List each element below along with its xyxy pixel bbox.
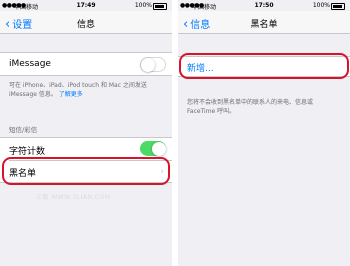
status-bar: ●●●●● 中国移动 17:50 100% — [178, 0, 350, 11]
chevron-left-icon: ‹ — [5, 17, 11, 32]
status-bar: ●●●●● 中国移动 17:49 100% — [0, 0, 172, 11]
imessage-row: iMessage — [0, 52, 172, 76]
watermark: 三联 WWW.3LIAN.COM — [36, 194, 111, 201]
learn-more-link[interactable]: 了解更多 — [59, 91, 83, 98]
blocked-list-label: 黑名单 — [9, 169, 37, 179]
imessage-label: iMessage — [9, 59, 51, 69]
blocked-list-screen: ●●●●● 中国移动 17:50 100% ‹ 信息 黑名单 新增... 您将不会… — [178, 0, 350, 266]
chevron-right-icon: › — [160, 167, 164, 177]
back-button-label: 信息 — [190, 20, 211, 31]
back-button[interactable]: ‹ 设置 — [5, 16, 32, 31]
blocked-list-row[interactable]: 黑名单 › — [0, 161, 172, 183]
battery-icon — [153, 3, 167, 10]
back-button-label: 设置 — [12, 20, 33, 31]
battery-percent: 100% — [134, 2, 152, 9]
char-count-label: 字符计数 — [9, 147, 46, 157]
blocked-footnote: 您将不会收到黑名单中的联系人的来电、信息或 FaceTime 呼叫。 — [187, 99, 314, 115]
section-header-sms-mms: 短信/彩信 — [9, 126, 38, 134]
back-button[interactable]: ‹ 信息 — [183, 16, 210, 31]
imessage-footnote: 可在 iPhone、iPad、iPod touch 和 Mac 之间发送 iMe… — [9, 81, 167, 99]
nav-bar: ‹ 信息 黑名单 — [178, 11, 350, 34]
add-new-label: 新增... — [187, 64, 214, 74]
sms-settings-group: 字符计数 黑名单 › — [0, 137, 172, 183]
char-count-toggle[interactable] — [140, 141, 166, 156]
messages-settings-screen: ●●●●● 中国移动 17:49 100% ‹ 设置 信息 iMessage 可在… — [0, 0, 172, 266]
battery-percent: 100% — [312, 2, 330, 9]
add-new-row[interactable]: 新增... — [178, 56, 350, 77]
battery-icon — [331, 3, 345, 10]
chevron-left-icon: ‹ — [183, 17, 189, 32]
imessage-toggle[interactable] — [140, 57, 166, 72]
nav-bar: ‹ 设置 信息 — [0, 11, 172, 34]
toggle-knob — [141, 58, 155, 72]
toggle-knob — [152, 141, 166, 156]
